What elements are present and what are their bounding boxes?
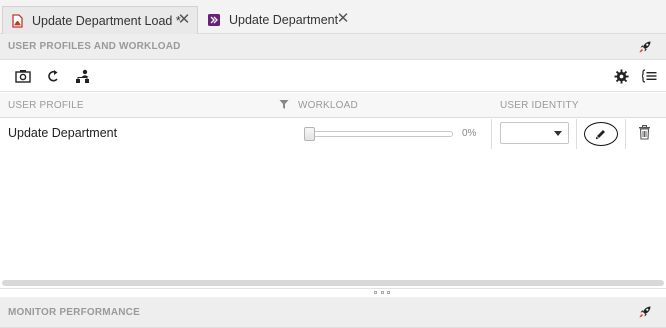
camera-icon[interactable]: [15, 68, 31, 84]
column-divider: [625, 119, 626, 149]
rocket-pin-icon[interactable]: [638, 40, 652, 54]
column-header-workload[interactable]: WORKLOAD: [298, 100, 358, 111]
document-tab-bar: Update Department Load * ✕ Update Depart…: [0, 0, 666, 34]
table-row[interactable]: Update Department 0%: [0, 119, 666, 149]
profiles-toolbar: [0, 60, 666, 92]
workload-slider[interactable]: [304, 127, 453, 141]
monitor-performance-section-header: MONITOR PERFORMANCE: [0, 297, 666, 328]
vs-project-icon: [207, 13, 221, 27]
document-load-icon: [10, 13, 24, 28]
user-identity-select[interactable]: [500, 122, 569, 144]
column-divider: [576, 119, 577, 149]
splitter-grip-icon: [374, 291, 390, 295]
tab-update-department-load[interactable]: Update Department Load * ✕: [2, 6, 198, 34]
tab-update-department[interactable]: Update Department ✕: [200, 6, 360, 34]
gear-icon[interactable]: [613, 68, 629, 84]
close-icon[interactable]: ✕: [177, 12, 191, 27]
refresh-arrow-icon[interactable]: [45, 68, 61, 84]
rocket-pin-icon[interactable]: [638, 305, 652, 319]
column-header-user-profile[interactable]: USER PROFILE: [8, 100, 84, 111]
workload-percent: 0%: [462, 128, 477, 139]
trash-icon[interactable]: [638, 125, 652, 141]
slider-track: [306, 131, 453, 137]
profiles-table-header: USER PROFILE WORKLOAD USER IDENTITY: [0, 93, 666, 118]
section-title: USER PROFILES AND WORKLOAD: [8, 41, 181, 52]
close-icon[interactable]: ✕: [336, 11, 350, 26]
tab-label: Update Department Load *: [32, 13, 181, 28]
user-profiles-section-header: USER PROFILES AND WORKLOAD: [0, 34, 666, 60]
chevron-down-icon: [554, 131, 562, 136]
column-divider: [491, 119, 492, 149]
tab-label: Update Department: [229, 13, 339, 27]
filter-icon[interactable]: [279, 99, 289, 110]
section-title: MONITOR PERFORMANCE: [8, 306, 140, 318]
pane-splitter[interactable]: [0, 288, 666, 296]
list-options-icon[interactable]: [642, 68, 658, 84]
user-hierarchy-icon[interactable]: [75, 68, 91, 84]
column-header-user-identity[interactable]: USER IDENTITY: [500, 100, 579, 111]
horizontal-scrollbar[interactable]: [2, 280, 664, 286]
edit-button[interactable]: [584, 122, 618, 146]
pencil-icon: [595, 130, 605, 140]
user-profile-name: Update Department: [8, 126, 118, 140]
slider-thumb[interactable]: [304, 127, 315, 141]
